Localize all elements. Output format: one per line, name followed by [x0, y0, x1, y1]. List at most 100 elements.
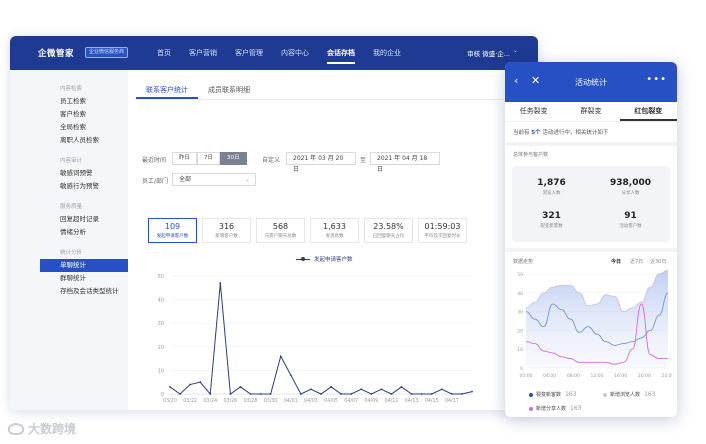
range-30days[interactable]: 近30日 [650, 258, 666, 265]
range-7d-button[interactable]: 7日 [197, 152, 221, 165]
chevron-down-icon[interactable]: ⌄ [513, 47, 518, 54]
sidebar-item[interactable]: 客户检索 [10, 108, 128, 121]
stat-label: 发消息数 [325, 234, 344, 239]
y-tick-label: 20 [158, 345, 164, 351]
x-tick-label: 04/03 [304, 398, 318, 404]
y-tick-label: 30 [158, 321, 164, 327]
tab-member-detail[interactable]: 成员联系明细 [198, 82, 260, 99]
nav-item[interactable]: 客户营销 [189, 36, 217, 70]
data-point[interactable] [430, 393, 433, 395]
x-tick-label: 00:00 [520, 373, 533, 379]
time-filter-label: 最近时间 [142, 157, 167, 164]
metric-shares: 938,000 分享人数 [591, 178, 670, 196]
x-tick-label: 03/20 [163, 398, 177, 404]
nav-item[interactable]: 首页 [157, 36, 171, 70]
trend-title: 数据走势 [513, 259, 534, 265]
range-7days[interactable]: 近7日 [630, 258, 643, 265]
stat-label: 平均首次回复时长 [424, 234, 461, 239]
data-point[interactable] [350, 393, 353, 395]
data-point[interactable] [229, 393, 232, 395]
date-to-input[interactable]: 2021 年 04 月 18 日 [370, 152, 440, 173]
content-tabs: 联系客户统计 成员联系明细 [136, 82, 530, 100]
line-chart: 0 10 20 30 40 50 03/20 03/22 03/24 03/26 03/28 03/3… [158, 274, 473, 404]
data-point[interactable] [320, 393, 322, 395]
dept-select[interactable]: 全部 ⌄ [172, 173, 256, 186]
tab-redpacket-fission[interactable]: 红包裂变 [619, 102, 677, 121]
metrics-card: 1,876 浏览人数 938,000 分享人数 321 裂变新客数 91 活动客… [512, 166, 670, 242]
x-tick-label: 04/13 [405, 398, 419, 404]
data-point[interactable] [340, 393, 343, 395]
data-point[interactable] [209, 393, 212, 395]
sidebar-item[interactable]: 回复超时记录 [10, 213, 128, 226]
x-tick-label: 04/05 [324, 398, 338, 404]
tab-task-fission[interactable]: 任务裂变 [505, 102, 562, 121]
data-point[interactable] [249, 393, 252, 395]
x-tick-label: 12:00 [591, 373, 604, 379]
y-tick-label: 0 [161, 392, 164, 398]
data-point[interactable] [420, 393, 423, 395]
nav-item[interactable]: 客户管理 [235, 36, 263, 70]
watermark: 大数跨境 [8, 420, 76, 437]
data-point[interactable] [199, 381, 202, 384]
user-menu[interactable]: 审核 微盛·企... [467, 48, 510, 58]
tab-group-fission[interactable]: 群裂变 [562, 102, 619, 121]
trend-area-chart: 0 10 20 30 40 50 00:00 04:00 08:00 12:00 16:00 20:0… [517, 269, 672, 379]
divider [505, 248, 677, 252]
data-point[interactable] [239, 386, 242, 388]
legend-item[interactable]: 新增浏览人数 163 [603, 391, 655, 398]
legend-item[interactable]: 新增分享人数 163 [529, 405, 581, 412]
data-point[interactable] [330, 386, 332, 388]
data-point[interactable] [471, 390, 473, 393]
data-point[interactable] [450, 393, 453, 395]
data-point[interactable] [461, 393, 463, 395]
data-point[interactable] [289, 374, 292, 377]
stat-card[interactable]: 568 与客户聊天总数 [256, 218, 305, 243]
sidebar-item[interactable]: 存档及会话类型统计 [10, 285, 128, 298]
date-from-input[interactable]: 2021 年 03 月 20 日 [286, 152, 356, 173]
stat-card[interactable]: 316 新增客户数 [202, 218, 251, 243]
data-point[interactable] [169, 386, 171, 388]
data-point[interactable] [410, 393, 413, 395]
data-point[interactable] [269, 393, 272, 395]
data-point[interactable] [299, 393, 302, 395]
sidebar-item[interactable]: 敏感词预警 [10, 167, 128, 180]
legend-name: 新增浏览人数 [610, 392, 641, 398]
data-point[interactable] [370, 393, 373, 395]
sidebar-item[interactable]: 员工检索 [10, 95, 128, 108]
data-point[interactable] [219, 282, 222, 284]
data-point[interactable] [390, 393, 393, 395]
nav-item[interactable]: 内容中心 [281, 36, 309, 70]
summary-title: 总体参与客户数 [513, 152, 549, 158]
range-yesterday-button[interactable]: 昨日 [172, 152, 198, 165]
data-point[interactable] [259, 393, 262, 395]
data-point[interactable] [400, 386, 403, 388]
range-30d-button[interactable]: 30日 [220, 152, 247, 165]
sidebar-item[interactable]: 敏感行为预警 [10, 180, 128, 193]
legend-value: 163 [570, 405, 582, 412]
data-point[interactable] [440, 388, 443, 391]
stat-card[interactable]: 1,633 发消息数 [310, 218, 359, 243]
data-point[interactable] [380, 388, 383, 391]
legend-item[interactable]: 裂变新客数 163 [529, 391, 576, 398]
app-logo[interactable]: 企微管家 [38, 47, 74, 59]
sidebar-item[interactable]: 离职人员检索 [10, 134, 128, 147]
data-point[interactable] [279, 355, 282, 358]
stat-card[interactable]: 23.58% 已回复聊天占比 [364, 218, 413, 243]
data-point[interactable] [310, 388, 312, 391]
tab-contact-stats[interactable]: 联系客户统计 [136, 82, 198, 99]
data-point[interactable] [360, 388, 363, 391]
data-point[interactable] [189, 383, 192, 386]
sidebar-item[interactable]: 群聊统计 [10, 272, 128, 285]
stat-card[interactable]: 01:59:03 平均首次回复时长 [418, 218, 467, 243]
sidebar-item[interactable]: 全局检索 [10, 121, 128, 134]
sidebar-item[interactable]: 单聊统计 [40, 259, 128, 272]
stat-card[interactable]: 109 发起申请客户数 [148, 218, 197, 243]
data-point[interactable] [179, 393, 181, 395]
nav-item[interactable]: 我的企业 [373, 36, 401, 70]
sidebar-item[interactable]: 情绪分析 [10, 226, 128, 239]
nav-item[interactable]: 会话存档 [327, 36, 355, 70]
x-tick-label: 24:00 [662, 373, 672, 379]
chart-legend[interactable]: 发起申请客户数 [296, 255, 353, 263]
more-icon[interactable]: ••• [646, 74, 667, 85]
range-today[interactable]: 今日 [611, 258, 621, 265]
